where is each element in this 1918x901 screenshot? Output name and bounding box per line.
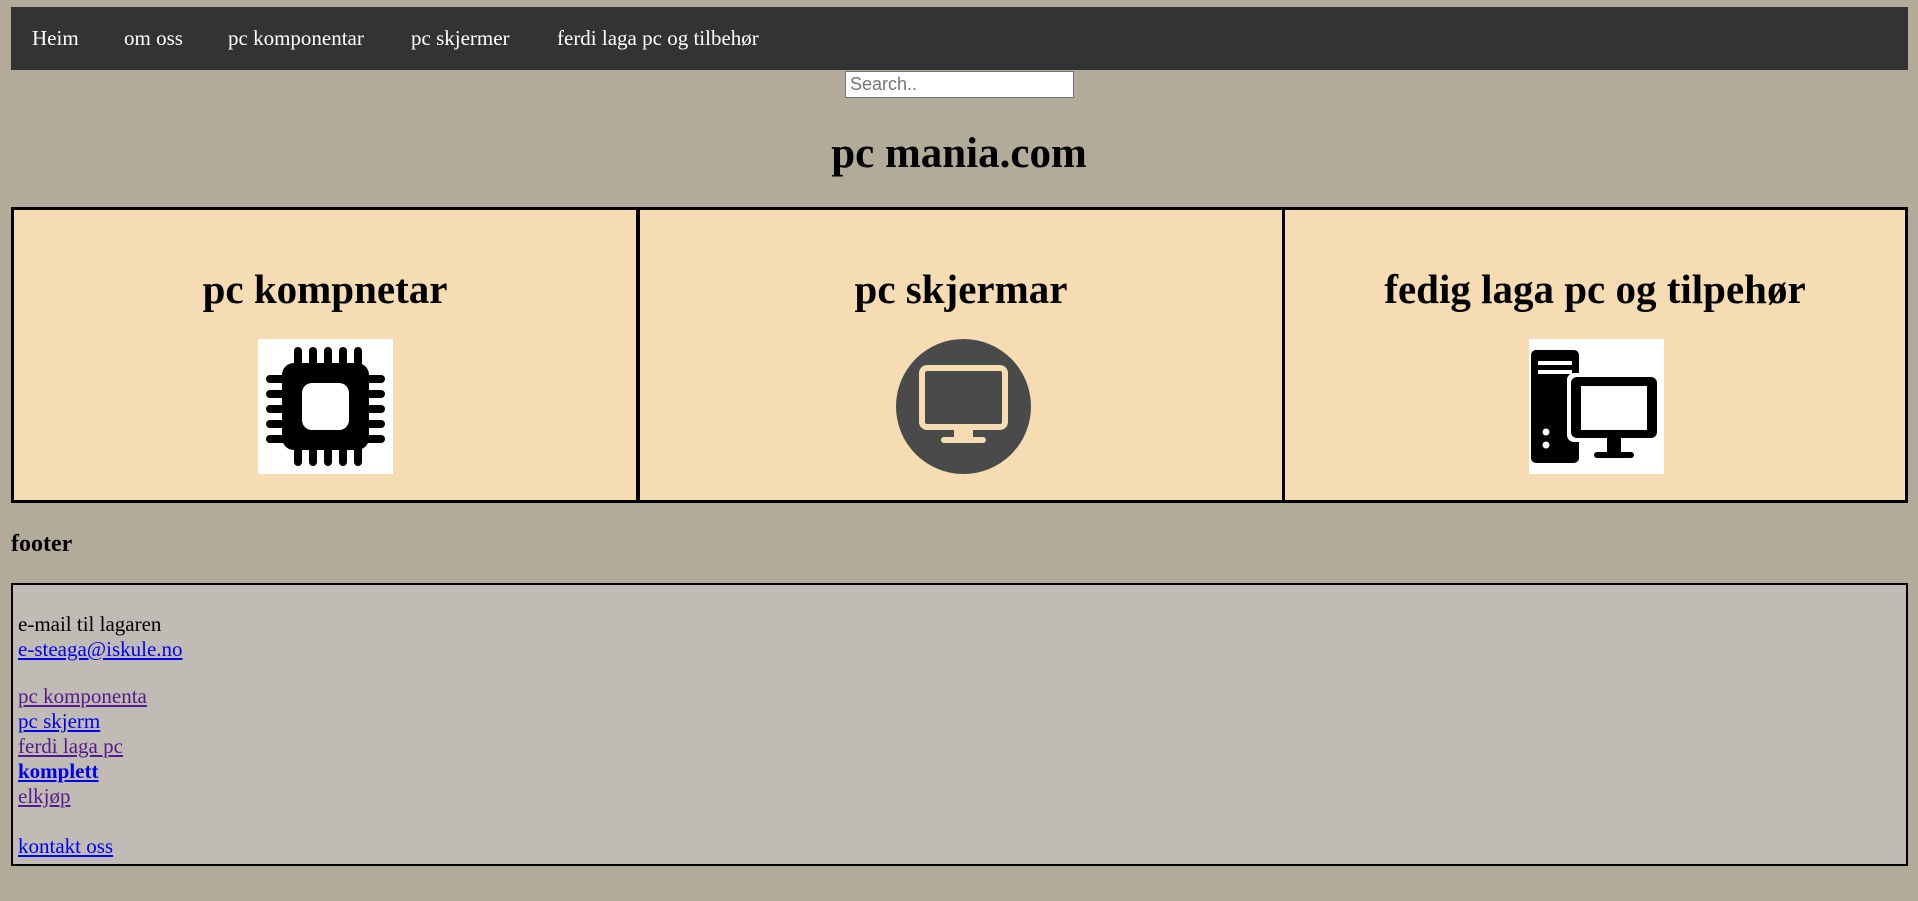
nav-item-om-oss[interactable]: om oss [124, 7, 183, 70]
footer-link-komplett[interactable]: komplett [18, 759, 99, 784]
email-label: e-mail til lagaren [18, 612, 162, 636]
search-input[interactable] [845, 71, 1074, 98]
card-title: pc skjermar [854, 266, 1068, 312]
footer: e-mail til lagaren e-steaga@iskule.no pc… [11, 583, 1908, 866]
nav-item-pc-skjermer[interactable]: pc skjermer [411, 7, 510, 70]
footer-link-pc-komponenta[interactable]: pc komponenta [18, 684, 147, 709]
card-pc-skjermar[interactable]: pc skjermar [637, 207, 1285, 503]
footer-link-pc-skjerm[interactable]: pc skjerm [18, 709, 100, 734]
email-link[interactable]: e-steaga@iskule.no [18, 637, 183, 662]
nav-item-pc-komponentar[interactable]: pc komponentar [228, 7, 364, 70]
footer-link-elkjop[interactable]: elkjøp [18, 784, 71, 809]
cpu-chip-icon [258, 339, 393, 474]
card-ferdi-laga-pc[interactable]: fedig laga pc og tilpehør [1282, 207, 1908, 503]
contact-link[interactable]: kontakt oss [18, 834, 113, 859]
card-title: fedig laga pc og tilpehør [1384, 266, 1806, 312]
footer-link-ferdi-laga-pc[interactable]: ferdi laga pc [18, 734, 123, 759]
card-title: pc kompnetar [202, 266, 448, 312]
top-navigation-bar: Heim om oss pc komponentar pc skjermer f… [11, 7, 1908, 70]
monitor-icon [896, 339, 1031, 474]
footer-heading: footer [11, 531, 73, 557]
nav-item-heim[interactable]: Heim [32, 7, 79, 70]
nav-item-ferdi-laga-pc[interactable]: ferdi laga pc og tilbehør [557, 7, 759, 70]
page-title: pc mania.com [831, 130, 1087, 177]
desktop-computer-icon [1529, 339, 1664, 474]
card-pc-komponentar[interactable]: pc kompnetar [11, 207, 639, 503]
